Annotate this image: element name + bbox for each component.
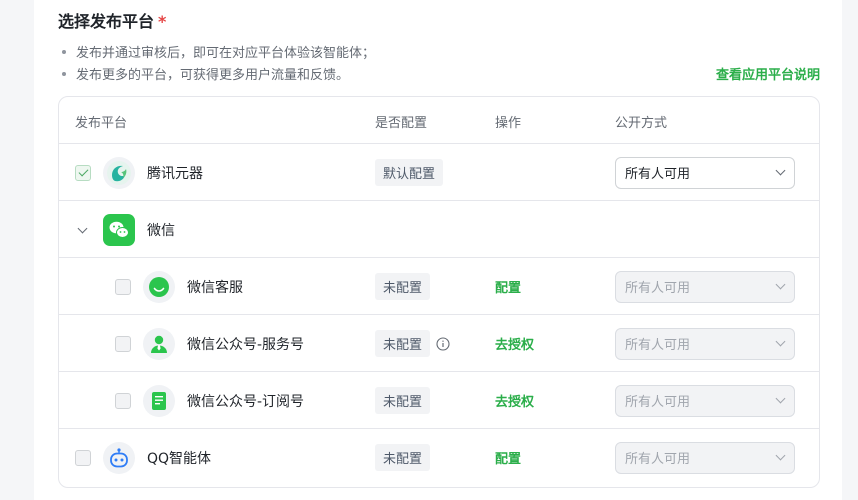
table-row-wechat-service-account: 微信公众号-服务号 未配置 去授权 所有人可用 bbox=[59, 314, 819, 371]
chevron-down-icon bbox=[775, 336, 786, 347]
header-visibility: 公开方式 bbox=[615, 116, 668, 131]
hint-2: 发布更多的平台，可获得更多用户流量和反馈。 bbox=[62, 64, 349, 83]
wechat-service-account-checkbox[interactable] bbox=[115, 335, 131, 352]
yuanqi-logo-icon bbox=[103, 156, 135, 189]
yuanqi-name: 腾讯元器 bbox=[147, 165, 203, 182]
wechat-service-account-visibility-value: 所有人可用 bbox=[625, 338, 691, 353]
section-title-text: 选择发布平台 bbox=[58, 12, 155, 31]
qq-visibility-select[interactable]: 所有人可用 bbox=[615, 441, 795, 474]
hint-1: 发布并通过审核后，即可在对应平台体验该智能体； bbox=[62, 42, 375, 61]
wechat-service-account-visibility-select[interactable]: 所有人可用 bbox=[615, 327, 795, 360]
yuanqi-checkbox[interactable] bbox=[75, 164, 91, 181]
qq-checkbox[interactable] bbox=[75, 449, 91, 466]
wechat-subscription-status-tag: 未配置 bbox=[375, 387, 431, 414]
platform-guide-link[interactable]: 查看应用平台说明 bbox=[716, 64, 820, 83]
required-mark: * bbox=[158, 12, 167, 31]
wechat-service-account-icon bbox=[143, 327, 175, 360]
info-icon[interactable] bbox=[436, 336, 450, 351]
wechat-subscription-authorize-link[interactable]: 去授权 bbox=[495, 391, 534, 410]
yuanqi-visibility-select[interactable]: 所有人可用 bbox=[615, 156, 795, 189]
qq-name: QQ智能体 bbox=[147, 450, 212, 467]
table-header: 发布平台 是否配置 操作 公开方式 bbox=[59, 97, 819, 143]
wechat-service-account-status-tag: 未配置 bbox=[375, 330, 431, 357]
wechat-subscription-checkbox[interactable] bbox=[115, 392, 131, 409]
wechat-subscription-visibility-value: 所有人可用 bbox=[625, 395, 691, 410]
wechat-subscription-visibility-select[interactable]: 所有人可用 bbox=[615, 384, 795, 417]
qq-bot-icon bbox=[103, 441, 135, 474]
qq-status-tag: 未配置 bbox=[375, 444, 431, 471]
header-action: 操作 bbox=[495, 116, 522, 131]
table-row-wechat-service: 微信客服 未配置 配置 所有人可用 bbox=[59, 257, 819, 314]
header-platform: 发布平台 bbox=[75, 116, 128, 131]
header-configured: 是否配置 bbox=[375, 116, 428, 131]
wechat-service-visibility-select[interactable]: 所有人可用 bbox=[615, 270, 795, 303]
wechat-service-visibility-value: 所有人可用 bbox=[625, 281, 691, 296]
yuanqi-status-tag: 默认配置 bbox=[375, 159, 444, 186]
chevron-down-icon bbox=[775, 393, 786, 404]
table-row-qq: QQ智能体 未配置 配置 所有人可用 bbox=[59, 428, 819, 485]
wechat-service-checkbox[interactable] bbox=[115, 278, 131, 295]
chevron-down-icon bbox=[775, 279, 786, 290]
wechat-subscription-icon bbox=[143, 384, 175, 417]
platform-table: 发布平台 是否配置 操作 公开方式 腾讯元器 默认配置 所有人可用 微信 微信客… bbox=[58, 96, 820, 488]
wechat-logo-icon bbox=[103, 213, 135, 246]
wechat-service-configure-link[interactable]: 配置 bbox=[495, 277, 521, 296]
chevron-down-icon bbox=[775, 165, 786, 176]
yuanqi-visibility-value: 所有人可用 bbox=[625, 167, 691, 182]
qq-configure-link[interactable]: 配置 bbox=[495, 448, 521, 467]
chevron-down-icon bbox=[775, 450, 786, 461]
wechat-service-name: 微信客服 bbox=[187, 279, 243, 296]
wechat-service-status-tag: 未配置 bbox=[375, 273, 431, 300]
qq-visibility-value: 所有人可用 bbox=[625, 452, 691, 467]
table-row-wechat-subscription: 微信公众号-订阅号 未配置 去授权 所有人可用 bbox=[59, 371, 819, 428]
wechat-service-icon bbox=[143, 270, 175, 303]
table-row-wechat-group: 微信 bbox=[59, 200, 819, 257]
wechat-name: 微信 bbox=[147, 222, 175, 239]
collapse-chevron-icon[interactable] bbox=[77, 223, 88, 233]
section-title: 选择发布平台 * bbox=[58, 8, 166, 32]
wechat-subscription-name: 微信公众号-订阅号 bbox=[187, 393, 305, 410]
table-row-yuanqi: 腾讯元器 默认配置 所有人可用 bbox=[59, 143, 819, 200]
wechat-service-account-name: 微信公众号-服务号 bbox=[187, 336, 305, 353]
publish-panel: 选择发布平台 * 发布并通过审核后，即可在对应平台体验该智能体； 发布更多的平台，… bbox=[34, 0, 842, 500]
wechat-service-account-authorize-link[interactable]: 去授权 bbox=[495, 334, 534, 353]
